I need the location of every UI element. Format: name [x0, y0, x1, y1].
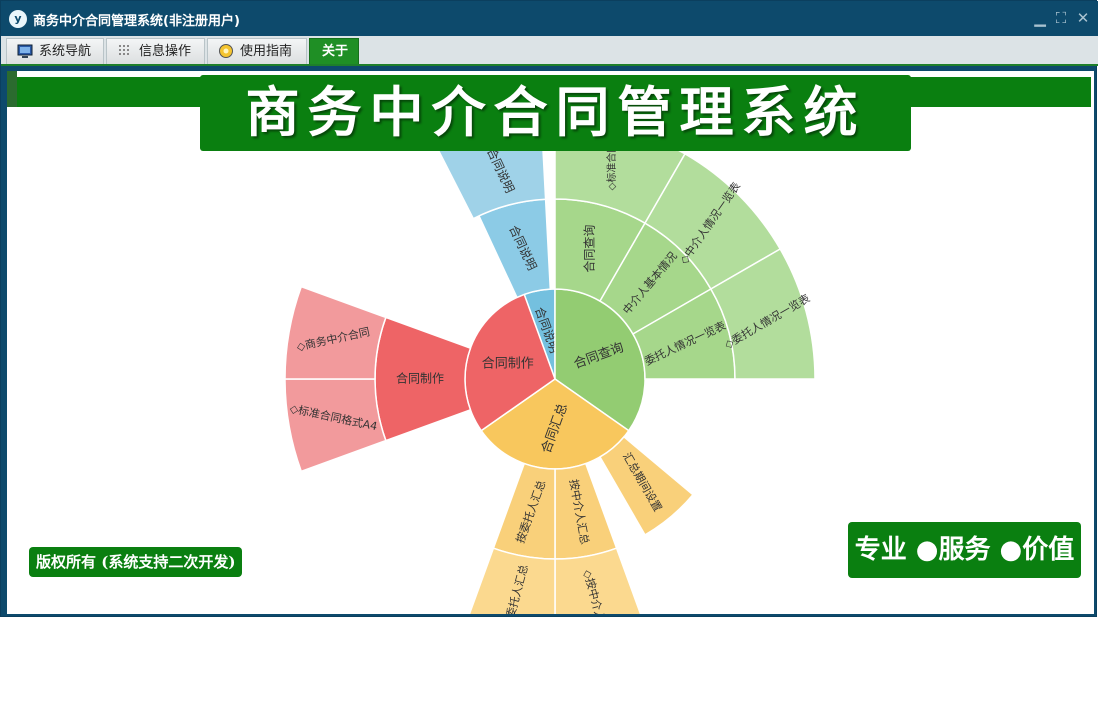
ring2-contract-make-label: 合同制作 [396, 371, 444, 386]
ring2-by-agent[interactable]: 按中介人汇总 [554, 462, 618, 560]
banner: 商务中介合同管理系统 [200, 75, 911, 151]
guide-icon [219, 44, 233, 58]
minimize-icon[interactable]: ▁ [1031, 9, 1049, 27]
ring2-query-label: 合同查询 [581, 225, 596, 273]
main-content: 合同说明 合同查询 合同汇总 合同制作 合同说明 合同查询 中介人基本情况 委托人情况一览表汇… [7, 71, 1094, 614]
ring3-by-client[interactable]: ◇委托人汇总 [466, 547, 556, 614]
tab-user-guide[interactable]: 使用指南 [207, 38, 307, 64]
ring3-business-contract[interactable]: ◇商务中介合同 [284, 285, 387, 380]
ring3-by-agent[interactable]: ◇按中介人 [554, 547, 644, 614]
slogan-badge: 专业 ●服务 ●价值 [848, 522, 1081, 578]
restore-icon[interactable]: ⛶ [1052, 9, 1070, 27]
window-title: 商务中介合同管理系统(非注册用户) [33, 14, 240, 29]
app-window: y 商务中介合同管理系统(非注册用户) ▁ ⛶ ✕ 系统导航 信息操作 使用指南… [0, 0, 1098, 617]
grid-icon [119, 45, 129, 55]
tab-label: 信息操作 [139, 44, 192, 59]
tab-info-operation[interactable]: 信息操作 [106, 38, 205, 64]
tab-label: 系统导航 [39, 44, 92, 59]
ring2-description-shape[interactable] [477, 198, 552, 299]
close-icon[interactable]: ✕ [1074, 9, 1092, 27]
ring2-summary-period[interactable]: 汇总期间设置 [598, 435, 694, 536]
tab-about[interactable]: 关于 [309, 38, 359, 64]
tab-label: 关于 [322, 44, 349, 59]
app-logo-icon: y [9, 10, 27, 28]
copyright-badge: 版权所有 (系统支持二次开发) [29, 547, 243, 577]
menu-bar: 系统导航 信息操作 使用指南 关于 [1, 36, 1098, 66]
ring2-by-client[interactable]: 按委托人汇总 [492, 462, 556, 560]
ring3-standard-a4[interactable]: ◇标准合同格式A4 [284, 378, 387, 473]
ring2-description[interactable]: 合同说明 [477, 198, 552, 299]
sector-contract-make-label: 合同制作 [482, 357, 534, 372]
title-bar[interactable]: y 商务中介合同管理系统(非注册用户) ▁ ⛶ ✕ [1, 1, 1098, 36]
tab-label: 使用指南 [240, 44, 293, 59]
tab-system-navigation[interactable]: 系统导航 [6, 38, 104, 64]
ring2-contract-make[interactable]: 合同制作 [374, 316, 472, 442]
monitor-icon [17, 44, 33, 58]
banner-title: 商务中介合同管理系统 [245, 81, 866, 144]
